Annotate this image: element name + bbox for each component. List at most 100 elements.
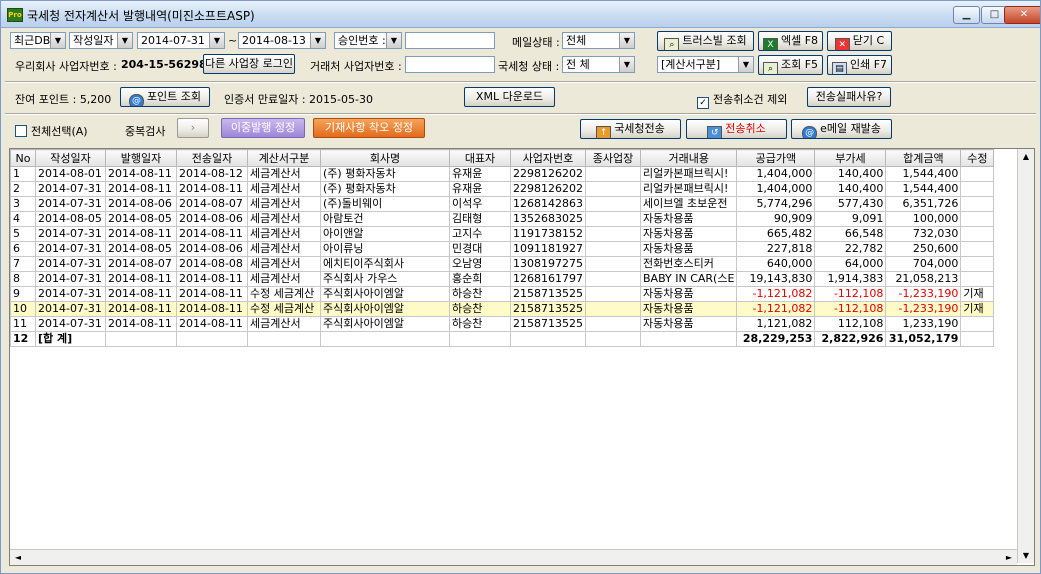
dup-check-label[interactable]: 중복검사 — [125, 123, 165, 139]
invoice-type-select[interactable]: [계산서구분] ▼ — [657, 56, 754, 73]
column-header[interactable]: 회사명 — [320, 149, 450, 167]
date-to-picker[interactable]: 2014-08-13 ▼ — [238, 32, 326, 49]
table-row[interactable]: 4 2014-08-05 2014-08-05 2014-08-06 세금계산서 아람토건… — [10, 211, 995, 227]
table-cell: 2014-08-11 — [176, 316, 248, 332]
table-cell — [585, 331, 641, 347]
table-cell — [960, 316, 995, 332]
fail-reason-button[interactable]: 전송실패사유? — [807, 87, 891, 107]
table-cell: 2298126202 — [510, 166, 586, 182]
xml-download-button[interactable]: XML 다운로드 — [464, 87, 555, 107]
close-button[interactable]: ✕ 닫기 C — [827, 31, 892, 51]
table-cell: 9 — [10, 286, 36, 302]
table-cell: 2014-08-06 — [176, 241, 248, 257]
table-row[interactable]: 2 2014-07-31 2014-08-11 2014-08-11 세금계산서 (주) … — [10, 181, 995, 197]
partner-biz-input[interactable] — [405, 56, 495, 73]
table-row[interactable]: 11 2014-07-31 2014-08-11 2014-08-11 세금계산서 주식회… — [10, 316, 995, 332]
table-row[interactable]: 8 2014-07-31 2014-08-11 2014-08-11 세금계산서 주식회사… — [10, 271, 995, 287]
dup-issue-fix-button[interactable]: 이중발행 정정 — [221, 118, 305, 138]
email-resend-button[interactable]: @ e메일 재발송 — [791, 119, 892, 139]
column-header[interactable]: 공급가액 — [736, 149, 816, 167]
search-button[interactable]: ⌕ 조회 F5 — [758, 55, 823, 75]
table-cell: 22,782 — [814, 241, 887, 257]
table-cell: 1352683025 — [510, 211, 586, 227]
column-header[interactable]: 발행일자 — [105, 149, 177, 167]
scroll-up-icon[interactable]: ▲ — [1018, 149, 1034, 164]
table-cell: 2014-07-31 — [35, 316, 106, 332]
table-cell: 2014-07-31 — [35, 286, 106, 302]
cancel-send-icon: ↺ — [707, 126, 723, 138]
table-cell: 하승찬 — [449, 316, 511, 332]
upload-icon: ↑ — [596, 126, 612, 138]
other-site-login-button[interactable]: 다른 사업장 로그인 — [203, 54, 295, 74]
table-row[interactable]: 10 2014-07-31 2014-08-11 2014-08-11 수정 세금계산 주… — [10, 301, 995, 317]
close-window-button[interactable]: ✕ — [1004, 6, 1040, 24]
scroll-down-icon[interactable]: ▼ — [1018, 548, 1034, 563]
entry-error-fix-button[interactable]: 기재사항 착오 정정 — [313, 118, 425, 138]
trusbill-button[interactable]: ⌕ 트러스빌 조회 — [657, 31, 754, 51]
point-query-button[interactable]: @ 포인트 조회 — [120, 87, 210, 107]
arrow-right-button[interactable]: › — [177, 118, 209, 138]
table-cell: (주) 평화자동차 — [320, 181, 450, 197]
column-header[interactable]: 합계금액 — [885, 149, 962, 167]
table-cell: 주식회사아이엠알 — [320, 301, 450, 317]
table-cell: 4 — [10, 211, 36, 227]
table-cell: 자동차용품 — [639, 226, 738, 242]
approval-select[interactable]: 승인번호 : ▼ — [334, 32, 402, 49]
table-cell: 2014-08-05 — [105, 211, 177, 227]
table-cell — [960, 166, 995, 182]
table-cell: 1,404,000 — [736, 181, 816, 197]
horizontal-scrollbar[interactable]: ◄ ► — [10, 549, 1017, 565]
table-cell: 하승찬 — [449, 286, 511, 302]
table-cell: 세금계산서 — [247, 181, 321, 197]
table-row[interactable]: 7 2014-07-31 2014-08-07 2014-08-08 세금계산서 에치티이… — [10, 256, 995, 272]
table-cell: 자동차용품 — [639, 211, 738, 227]
table-cell: 수정 세금계산 — [247, 301, 321, 317]
total-row[interactable]: 12 [합 계] 28,229,253 2,822,926 31,052,179 — [10, 331, 995, 347]
table-row[interactable]: 6 2014-07-31 2014-08-05 2014-08-06 세금계산서 아이류닝… — [10, 241, 995, 257]
column-header[interactable]: 전송일자 — [176, 149, 248, 167]
exclude-cancel-checkbox[interactable]: ✓ 전송취소건 제외 — [697, 91, 787, 109]
scroll-right-icon[interactable]: ► — [1001, 550, 1017, 565]
date-from-picker[interactable]: 2014-07-31 ▼ — [137, 32, 225, 49]
column-header[interactable]: 사업자번호 — [510, 149, 586, 167]
cancel-send-button[interactable]: ↺ 전송취소 — [686, 119, 787, 139]
scroll-left-icon[interactable]: ◄ — [10, 550, 26, 565]
column-header[interactable]: 작성일자 — [35, 149, 106, 167]
table-cell: 2014-07-31 — [35, 301, 106, 317]
points-label: 잔여 포인트 : 5,200 — [15, 93, 112, 106]
column-header[interactable]: 종사업장 — [585, 149, 641, 167]
table-cell: 2014-07-31 — [35, 196, 106, 212]
invoice-grid[interactable]: No 작성일자 발행일자 전송일자 계산서구분 회사명 대표자 사업자번호 종사업장 거래내용 공급… — [9, 148, 1035, 566]
title-bar[interactable]: Pro 국세청 전자계산서 발행내역(미진소프트ASP) ▁ □ ✕ — [1, 1, 1040, 28]
table-cell: 2014-08-11 — [105, 286, 177, 302]
table-cell: 9,091 — [814, 211, 887, 227]
table-row[interactable]: 1 2014-08-01 2014-08-11 2014-08-12 세금계산서 (주) … — [10, 166, 995, 182]
nts-status-select[interactable]: 전 체 ▼ — [562, 56, 635, 73]
nts-send-button[interactable]: ↑ 국세청전송 — [580, 119, 681, 139]
table-cell: 1,404,000 — [736, 166, 816, 182]
table-row[interactable]: 5 2014-07-31 2014-08-11 2014-08-11 세금계산서 아이앤알… — [10, 226, 995, 242]
db-select[interactable]: 최근DB ▼ — [10, 32, 66, 49]
date-type-select[interactable]: 작성일자 ▼ — [69, 32, 133, 49]
table-cell: 2014-08-06 — [176, 211, 248, 227]
print-button[interactable]: ▤ 인쇄 F7 — [827, 55, 892, 75]
table-header: No 작성일자 발행일자 전송일자 계산서구분 회사명 대표자 사업자번호 종사업장 거래내용 공급… — [10, 149, 995, 167]
column-header[interactable]: 대표자 — [449, 149, 511, 167]
table-row[interactable]: 9 2014-07-31 2014-08-11 2014-08-11 수정 세금계산 주식… — [10, 286, 995, 302]
excel-button[interactable]: X 엑셀 F8 — [758, 31, 823, 51]
table-cell — [585, 286, 641, 302]
close-icon: ✕ — [834, 38, 850, 50]
select-all-checkbox[interactable]: 전체선택(A) — [15, 123, 88, 139]
vertical-scrollbar[interactable]: ▲ ▼ — [1017, 149, 1034, 563]
approval-input[interactable] — [405, 32, 495, 49]
column-header[interactable]: 부가세 — [814, 149, 887, 167]
column-header[interactable]: 계산서구분 — [247, 149, 321, 167]
mail-status-select[interactable]: 전체 ▼ — [562, 32, 635, 49]
column-header[interactable]: No — [10, 149, 36, 167]
column-header[interactable]: 수정 — [960, 149, 995, 167]
minimize-button[interactable]: ▁ — [953, 6, 980, 24]
column-header[interactable]: 거래내용 — [639, 149, 738, 167]
table-cell: 1268142863 — [510, 196, 586, 212]
table-cell — [449, 331, 511, 347]
table-row[interactable]: 3 2014-07-31 2014-08-06 2014-08-07 세금계산서 (주)돌… — [10, 196, 995, 212]
